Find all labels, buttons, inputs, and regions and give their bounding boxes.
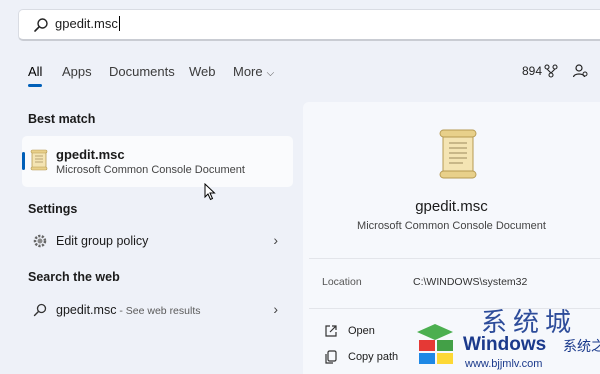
search-icon bbox=[34, 18, 48, 32]
watermark-url: www.bjjmlv.com bbox=[465, 358, 543, 370]
search-input[interactable]: gpedit.msc bbox=[55, 16, 120, 31]
web-result-item[interactable]: gpedit.msc - See web results › bbox=[28, 299, 288, 323]
rewards-points: 894 bbox=[522, 64, 543, 78]
rewards-icon[interactable] bbox=[544, 64, 558, 78]
search-box[interactable]: gpedit.msc bbox=[18, 9, 600, 41]
web-result-hint: - See web results bbox=[116, 305, 201, 317]
msc-document-icon bbox=[439, 129, 477, 179]
active-tab-indicator bbox=[28, 84, 42, 87]
tab-web[interactable]: Web bbox=[189, 64, 216, 79]
web-result-label: gpedit.msc - See web results bbox=[56, 303, 201, 317]
tab-apps[interactable]: Apps bbox=[62, 64, 92, 79]
watermark: 系统城 Windows 系统之家 www.bjjmlv.com bbox=[405, 300, 600, 374]
settings-item-edit-group-policy[interactable]: Edit group policy › bbox=[28, 230, 288, 254]
location-value: C:\WINDOWS\system32 bbox=[413, 276, 528, 288]
tab-all[interactable]: All bbox=[28, 64, 42, 79]
mouse-pointer-icon bbox=[204, 183, 216, 201]
msc-document-icon bbox=[30, 149, 48, 171]
best-match-heading: Best match bbox=[28, 112, 96, 126]
preview-title: gpedit.msc bbox=[415, 198, 488, 215]
preview-subtitle: Microsoft Common Console Document bbox=[357, 220, 546, 232]
windows-logo-icon bbox=[417, 324, 453, 364]
tab-documents[interactable]: Documents bbox=[109, 64, 175, 79]
divider bbox=[309, 258, 600, 259]
best-match-subtitle: Microsoft Common Console Document bbox=[56, 164, 245, 176]
open-label: Open bbox=[348, 325, 375, 337]
gear-icon bbox=[33, 234, 47, 248]
account-icon[interactable] bbox=[572, 63, 588, 79]
copy-icon bbox=[325, 350, 337, 364]
chevron-right-icon: › bbox=[273, 301, 278, 317]
copy-path-label: Copy path bbox=[348, 351, 399, 363]
tab-more[interactable]: More ⌵ bbox=[233, 64, 274, 79]
settings-heading: Settings bbox=[28, 202, 78, 216]
best-match-title: gpedit.msc bbox=[56, 147, 125, 162]
watermark-brand: Windows bbox=[463, 334, 547, 355]
location-label: Location bbox=[322, 276, 362, 288]
open-external-icon bbox=[325, 325, 337, 337]
chevron-right-icon: › bbox=[273, 232, 278, 248]
selection-indicator bbox=[22, 152, 25, 170]
search-icon bbox=[33, 303, 47, 317]
watermark-brand-cn: 系统之家 bbox=[563, 338, 600, 354]
settings-item-label: Edit group policy bbox=[56, 234, 149, 248]
search-web-heading: Search the web bbox=[28, 270, 120, 284]
chevron-down-icon: ⌵ bbox=[266, 68, 275, 79]
best-match-item[interactable]: gpedit.msc Microsoft Common Console Docu… bbox=[22, 136, 293, 187]
